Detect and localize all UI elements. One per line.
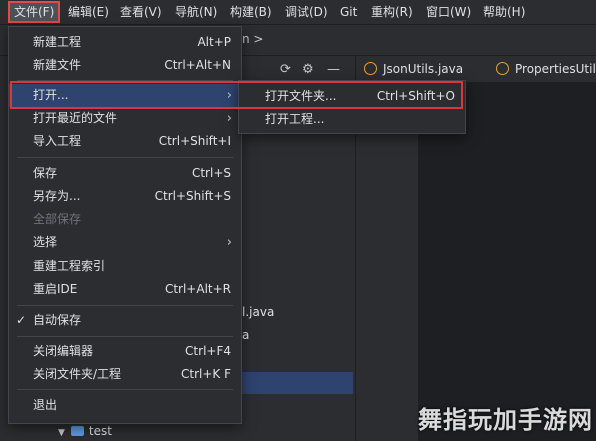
- menu-item-shortcut: Ctrl+Shift+O: [376, 89, 455, 103]
- menu-item-restart-ide[interactable]: 重启IDE Ctrl+Alt+R: [9, 278, 241, 301]
- menu-item-label: 选择: [33, 235, 58, 249]
- menu-item-save-all: 全部保存: [9, 208, 241, 231]
- menu-navigate[interactable]: 导航(N): [175, 4, 217, 20]
- menu-item-label: 重启IDE: [33, 282, 78, 296]
- menu-item-select[interactable]: 选择 ›: [9, 231, 241, 254]
- tab-propertiesutil[interactable]: PropertiesUtil...: [496, 56, 596, 82]
- file-menu: 新建工程 Alt+P 新建文件 Ctrl+Alt+N 打开... › 打开最近的…: [8, 26, 242, 424]
- chevron-right-icon: ›: [226, 111, 232, 126]
- menu-item-label: 自动保存: [33, 313, 82, 327]
- menu-help[interactable]: 帮助(H): [483, 4, 525, 20]
- menu-item-shortcut: Alt+P: [197, 35, 231, 49]
- minimize-icon[interactable]: —: [327, 62, 340, 77]
- java-file-icon: [364, 62, 377, 75]
- menu-item-label: 全部保存: [33, 212, 82, 226]
- menu-item-shortcut: Ctrl+Shift+S: [154, 189, 231, 203]
- menu-item-open[interactable]: 打开... ›: [9, 84, 241, 107]
- menu-separator: [17, 389, 233, 390]
- menu-item-label: 打开文件夹...: [265, 89, 337, 103]
- menu-item-shortcut: Ctrl+K F: [181, 367, 231, 381]
- menu-separator: [17, 336, 233, 337]
- menu-item-exit[interactable]: 退出: [9, 394, 241, 417]
- menu-edit[interactable]: 编辑(E): [68, 4, 109, 20]
- menu-item-close-editor[interactable]: 关闭编辑器 Ctrl+F4: [9, 340, 241, 363]
- menu-window[interactable]: 窗口(W): [426, 4, 471, 20]
- editor-tabs: JsonUtils.java PropertiesUtil...: [356, 56, 596, 83]
- menu-item-label: 导入工程: [33, 134, 82, 148]
- menu-item-auto-save[interactable]: ✓ 自动保存: [9, 309, 241, 332]
- tree-item-label: test: [88, 424, 112, 438]
- submenu-item-open-project[interactable]: 打开工程...: [239, 108, 465, 131]
- menu-item-save[interactable]: 保存 Ctrl+S: [9, 162, 241, 185]
- tree-item-fragment[interactable]: a: [242, 328, 249, 342]
- gear-icon[interactable]: ⚙: [302, 62, 314, 77]
- tab-jsonutils[interactable]: JsonUtils.java: [364, 56, 463, 82]
- menu-item-close-folder-project[interactable]: 关闭文件夹/工程 Ctrl+K F: [9, 363, 241, 386]
- submenu-item-open-folder[interactable]: 打开文件夹... Ctrl+Shift+O: [239, 85, 465, 108]
- menu-item-save-as[interactable]: 另存为... Ctrl+Shift+S: [9, 185, 241, 208]
- menu-view[interactable]: 查看(V): [120, 4, 162, 20]
- checkmark-icon: ✓: [16, 313, 27, 327]
- chevron-right-icon: ›: [226, 235, 232, 250]
- breadcrumb-tail[interactable]: n >: [242, 32, 263, 46]
- menu-separator: [17, 80, 233, 81]
- refresh-icon[interactable]: ⟳: [280, 62, 291, 77]
- menu-item-shortcut: Ctrl+S: [191, 166, 231, 180]
- menu-item-shortcut: Ctrl+Alt+N: [164, 58, 231, 72]
- menu-build[interactable]: 构建(B): [230, 4, 272, 20]
- tab-label: JsonUtils.java: [383, 62, 464, 76]
- menu-separator: [17, 305, 233, 306]
- menu-item-label: 打开工程...: [265, 112, 325, 126]
- menu-item-label: 另存为...: [33, 189, 81, 203]
- menu-item-new-project[interactable]: 新建工程 Alt+P: [9, 31, 241, 54]
- menu-item-label: 新建工程: [33, 35, 82, 49]
- menu-item-shortcut: Ctrl+Alt+R: [164, 282, 231, 296]
- tab-label: PropertiesUtil...: [515, 62, 596, 76]
- menu-refactor[interactable]: 重构(R): [371, 4, 413, 20]
- folder-icon: [70, 425, 84, 436]
- tree-item-test-folder[interactable]: ▼ test: [58, 424, 112, 438]
- menu-item-label: 重建工程索引: [33, 259, 106, 273]
- menu-item-open-recent[interactable]: 打开最近的文件 ›: [9, 107, 241, 130]
- menu-item-label: 保存: [33, 166, 58, 180]
- menu-file[interactable]: 文件(F): [8, 1, 61, 23]
- menu-bar: 文件(F) 编辑(E) 查看(V) 导航(N) 构建(B) 调试(D) Git …: [0, 0, 596, 25]
- menu-item-label: 关闭编辑器: [33, 344, 94, 358]
- menu-item-label: 新建文件: [33, 58, 82, 72]
- menu-git[interactable]: Git: [340, 4, 357, 20]
- menu-item-label: 打开最近的文件: [33, 111, 118, 125]
- editor-gutter: [356, 82, 418, 441]
- tree-item-java-file[interactable]: l.java: [242, 305, 274, 319]
- menu-item-new-file[interactable]: 新建文件 Ctrl+Alt+N: [9, 54, 241, 77]
- chevron-right-icon: ›: [226, 88, 232, 103]
- chevron-down-icon: ▼: [58, 428, 65, 438]
- menu-item-label: 关闭文件夹/工程: [33, 367, 122, 381]
- menu-item-shortcut: Ctrl+Shift+I: [158, 134, 231, 148]
- menu-separator: [17, 157, 233, 158]
- menu-item-import-project[interactable]: 导入工程 Ctrl+Shift+I: [9, 130, 241, 153]
- watermark: 舞指玩加手游网: [418, 406, 593, 434]
- menu-item-rebuild-index[interactable]: 重建工程索引: [9, 255, 241, 278]
- open-submenu: 打开文件夹... Ctrl+Shift+O 打开工程...: [238, 80, 466, 134]
- menu-item-label: 退出: [33, 398, 58, 412]
- java-file-icon: [496, 62, 509, 75]
- menu-item-label: 打开...: [33, 88, 69, 102]
- menu-debug[interactable]: 调试(D): [285, 4, 328, 20]
- menu-item-shortcut: Ctrl+F4: [185, 344, 231, 358]
